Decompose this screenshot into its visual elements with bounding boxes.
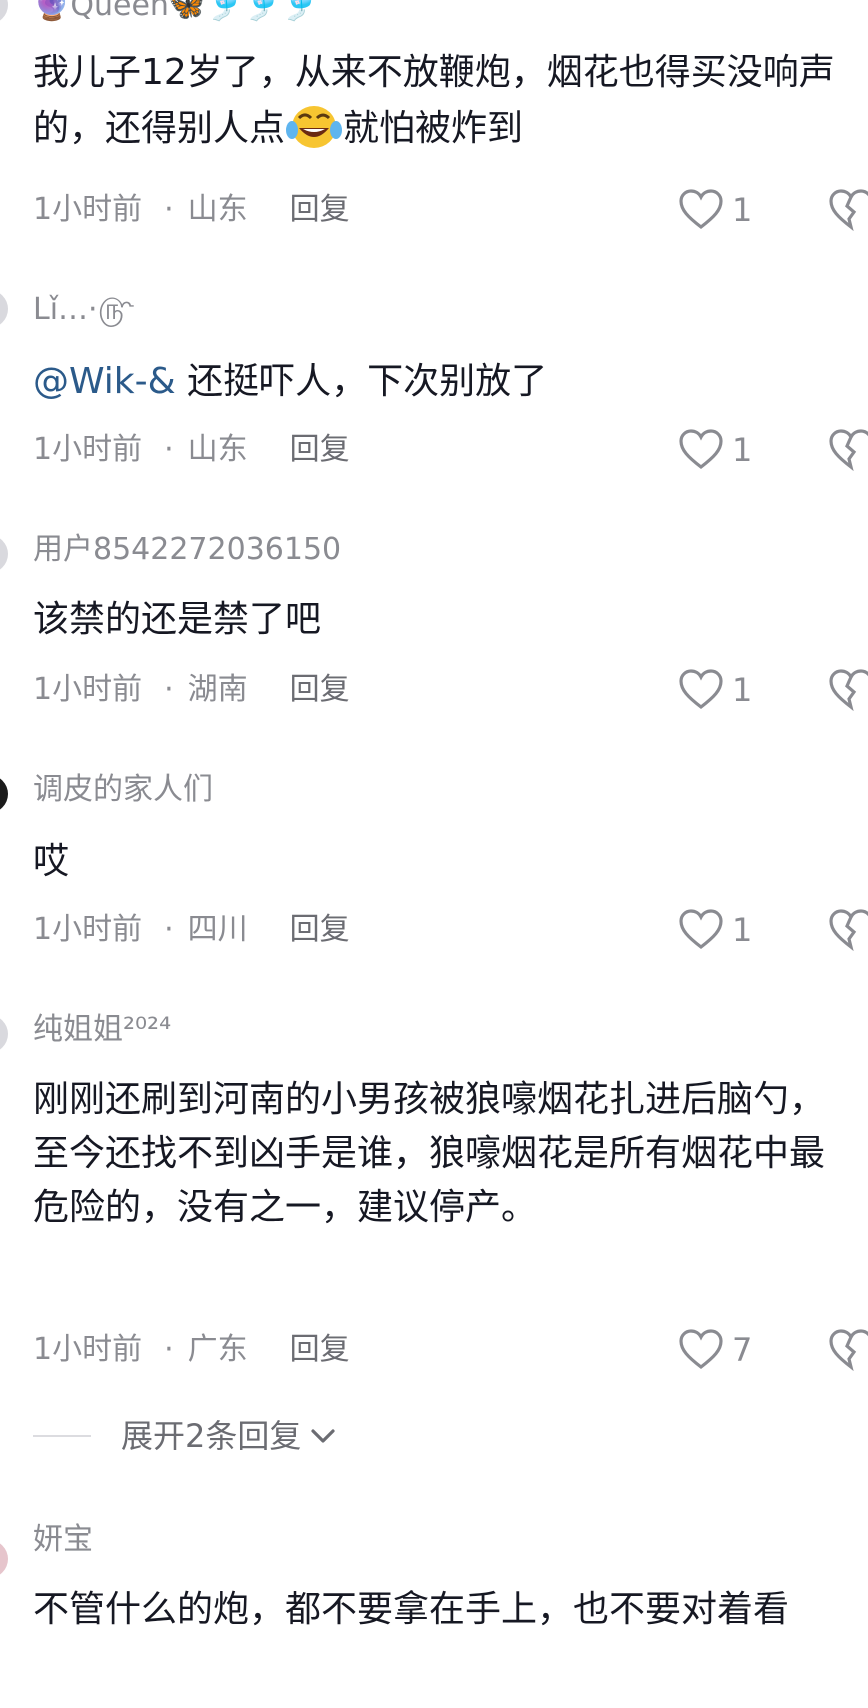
reply-button[interactable]: 回复 [290, 912, 350, 947]
avatar[interactable] [0, 1540, 8, 1578]
comment-meta: 1小时前 · 湖南 回复 [33, 670, 350, 710]
like-button[interactable]: 7 [678, 1328, 752, 1372]
like-count: 1 [732, 191, 753, 229]
comment-location: 湖南 [187, 672, 248, 707]
comment-meta: 1小时前 · 山东 回复 [33, 430, 350, 470]
like-button[interactable]: 1 [678, 908, 752, 952]
comment-text: 我儿子12岁了，从来不放鞭炮，烟花也得买没响声的，还得别人点 就怕被炸到 [33, 52, 835, 149]
comment-username[interactable]: 纯姐姐²⁰²⁴ [33, 1010, 171, 1050]
comment-text: 不管什么的炮，都不要拿在手上，也不要对着看 [33, 1589, 790, 1630]
like-count: 7 [732, 1331, 753, 1369]
separator-dot: · [164, 672, 174, 707]
avatar[interactable] [0, 1015, 8, 1053]
comment-time: 1小时前 [33, 192, 143, 227]
comment-time: 1小时前 [33, 912, 143, 947]
avatar[interactable] [0, 290, 8, 328]
comment-username[interactable]: Lǐ…·௹ [33, 290, 134, 330]
comment-location: 山东 [187, 432, 248, 467]
avatar[interactable] [0, 0, 8, 24]
like-button[interactable]: 1 [678, 668, 752, 712]
comment-meta: 1小时前 · 四川 回复 [33, 910, 350, 950]
heart-outline-icon [679, 1329, 723, 1370]
comment-meta: 1小时前 · 广东 回复 [33, 1330, 350, 1370]
heart-outline-icon [679, 909, 723, 950]
broken-heart-icon[interactable] [828, 1328, 868, 1372]
heart-outline-icon [679, 189, 723, 230]
divider-line [33, 1435, 91, 1437]
like-count: 1 [732, 911, 753, 949]
comment-location: 广东 [187, 1332, 248, 1367]
comment-username[interactable]: 用户8542272036150 [33, 530, 341, 570]
heart-outline-icon [679, 669, 723, 710]
comment-username[interactable]: 🔮Queen🦋🎐🎐🎐 [33, 0, 318, 26]
broken-heart-icon[interactable] [828, 668, 868, 712]
avatar[interactable] [0, 775, 8, 813]
like-button[interactable]: 1 [678, 428, 752, 472]
comment-time: 1小时前 [33, 1332, 143, 1367]
separator-dot: · [164, 192, 174, 227]
like-count: 1 [732, 431, 753, 469]
like-count: 1 [732, 671, 753, 709]
comment-location: 四川 [187, 912, 248, 947]
avatar[interactable] [0, 535, 8, 573]
comment-text: 该禁的还是禁了吧 [33, 599, 322, 640]
like-button[interactable]: 1 [678, 188, 752, 232]
comment-location: 山东 [187, 192, 248, 227]
reply-button[interactable]: 回复 [290, 432, 350, 467]
chevron-down-icon [311, 1429, 335, 1443]
comment-time: 1小时前 [33, 432, 143, 467]
tears-of-joy-emoji-icon [286, 106, 343, 148]
comment-time: 1小时前 [33, 672, 143, 707]
separator-dot: · [164, 432, 174, 467]
reply-button[interactable]: 回复 [290, 192, 350, 227]
broken-heart-icon[interactable] [828, 188, 868, 232]
comment-text: 哎 [33, 841, 70, 882]
reply-button[interactable]: 回复 [290, 1332, 350, 1367]
expand-replies-label: 展开2条回复 [121, 1417, 302, 1455]
broken-heart-icon[interactable] [828, 428, 868, 472]
comment-meta: 1小时前 · 山东 回复 [33, 190, 350, 230]
comment-username[interactable]: 妍宝 [33, 1520, 93, 1560]
comment-text: 刚刚还刷到河南的小男孩被狼嚎烟花扎进后脑勺，至今还找不到凶手是谁，狼嚎烟花是所有… [33, 1079, 826, 1228]
separator-dot: · [164, 912, 174, 947]
heart-outline-icon [679, 429, 723, 470]
mention-link[interactable]: @Wik-& [33, 361, 176, 402]
separator-dot: · [164, 1332, 174, 1367]
reply-button[interactable]: 回复 [290, 672, 350, 707]
broken-heart-icon[interactable] [828, 908, 868, 952]
expand-replies-button[interactable]: 展开2条回复 [33, 1416, 339, 1456]
comment-text: @Wik-& 还挺吓人，下次别放了 [33, 361, 548, 402]
comment-username[interactable]: 调皮的家人们 [33, 770, 213, 810]
